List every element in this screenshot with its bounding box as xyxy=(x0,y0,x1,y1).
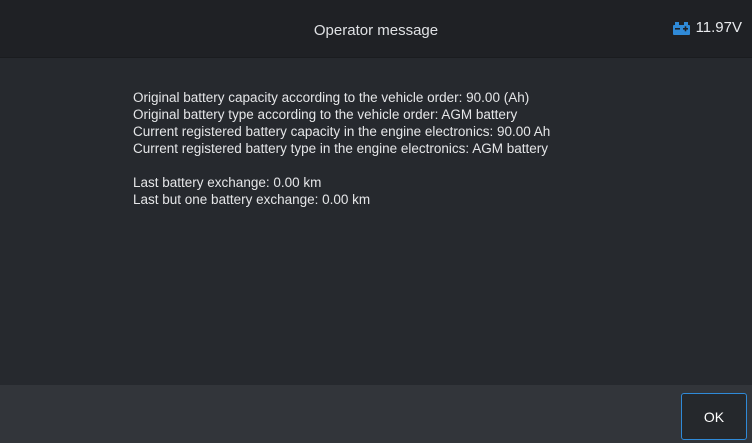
message-line: Original battery type according to the v… xyxy=(133,107,518,122)
page-title: Operator message xyxy=(313,22,439,39)
message-line: Current registered battery capacity in t… xyxy=(133,124,551,139)
ok-button[interactable]: OK xyxy=(681,393,747,440)
header-bar: Operator message 11.97V xyxy=(0,0,752,58)
message-line: Original battery capacity according to t… xyxy=(133,90,530,105)
battery-icon xyxy=(672,20,691,36)
footer-bar xyxy=(0,385,752,443)
message-line: Last battery exchange: 0.00 km xyxy=(133,175,322,190)
message-line: Last but one battery exchange: 0.00 km xyxy=(133,192,371,207)
message-line: Current registered battery type in the e… xyxy=(133,141,548,156)
voltage-value: 11.97V xyxy=(695,19,742,36)
operator-message-text: Original battery capacity according to t… xyxy=(133,89,550,208)
voltage-indicator: 11.97V xyxy=(672,19,742,36)
